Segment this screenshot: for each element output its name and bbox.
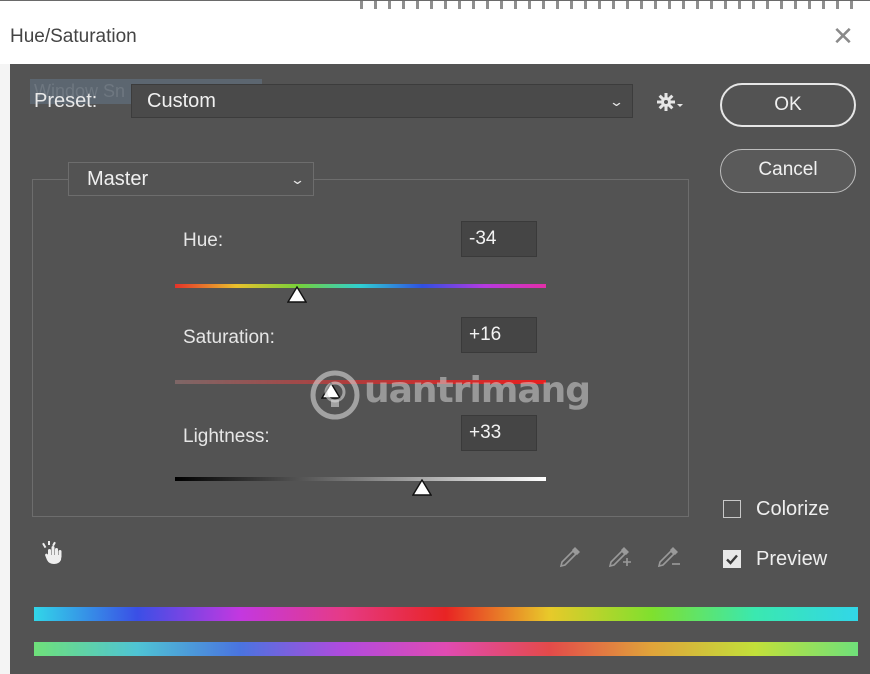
saturation-slider-thumb[interactable] bbox=[320, 382, 341, 399]
hue-slider-track[interactable] bbox=[175, 284, 546, 288]
preview-checkbox[interactable] bbox=[723, 550, 741, 568]
channel-value: Master bbox=[87, 168, 149, 190]
hue-slider-thumb[interactable] bbox=[287, 286, 308, 303]
output-color-spectrum-bar[interactable] bbox=[34, 642, 858, 656]
hue-input[interactable]: -34 bbox=[461, 221, 537, 257]
window-title: Hue/Saturation bbox=[10, 26, 137, 47]
channel-dropdown[interactable]: Master ⌄ bbox=[68, 162, 314, 196]
colorize-label: Colorize bbox=[756, 498, 830, 520]
eyedropper-plus-icon[interactable] bbox=[606, 544, 632, 570]
hue-label: Hue: bbox=[183, 230, 224, 251]
lightness-slider-thumb[interactable] bbox=[411, 479, 432, 496]
lightness-input[interactable]: +33 bbox=[461, 415, 537, 451]
input-color-spectrum-bar[interactable] bbox=[34, 607, 858, 621]
left-edge-strip bbox=[0, 64, 10, 674]
background-scribble bbox=[360, 1, 860, 9]
eyedropper-icon[interactable] bbox=[557, 544, 583, 570]
checkmark-icon bbox=[726, 554, 738, 565]
colorize-checkbox[interactable] bbox=[723, 500, 741, 518]
saturation-label: Saturation: bbox=[183, 327, 275, 348]
close-button[interactable]: ✕ bbox=[828, 21, 858, 51]
chevron-down-icon: ⌄ bbox=[289, 172, 306, 187]
preset-value: Custom bbox=[147, 90, 216, 112]
hue-saturation-dialog: Window Sn Preset: Custom ⌄ OK Cancel Mas… bbox=[10, 64, 870, 674]
eyedropper-minus-icon[interactable] bbox=[655, 544, 681, 570]
gear-icon[interactable] bbox=[655, 90, 685, 114]
cancel-button[interactable]: Cancel bbox=[720, 149, 856, 193]
ok-button[interactable]: OK bbox=[720, 83, 856, 127]
preset-dropdown[interactable]: Custom ⌄ bbox=[131, 84, 633, 118]
lightness-slider-track[interactable] bbox=[175, 477, 546, 481]
lightness-label: Lightness: bbox=[183, 426, 270, 447]
chevron-down-icon: ⌄ bbox=[608, 94, 625, 109]
title-bar: Hue/Saturation ✕ bbox=[0, 0, 870, 64]
preview-label: Preview bbox=[756, 548, 828, 570]
preset-label: Preset: bbox=[34, 90, 98, 112]
adjustment-group-box bbox=[32, 179, 689, 517]
saturation-input[interactable]: +16 bbox=[461, 317, 537, 353]
hand-tool-icon[interactable] bbox=[40, 540, 66, 566]
saturation-slider-track[interactable] bbox=[175, 380, 546, 384]
